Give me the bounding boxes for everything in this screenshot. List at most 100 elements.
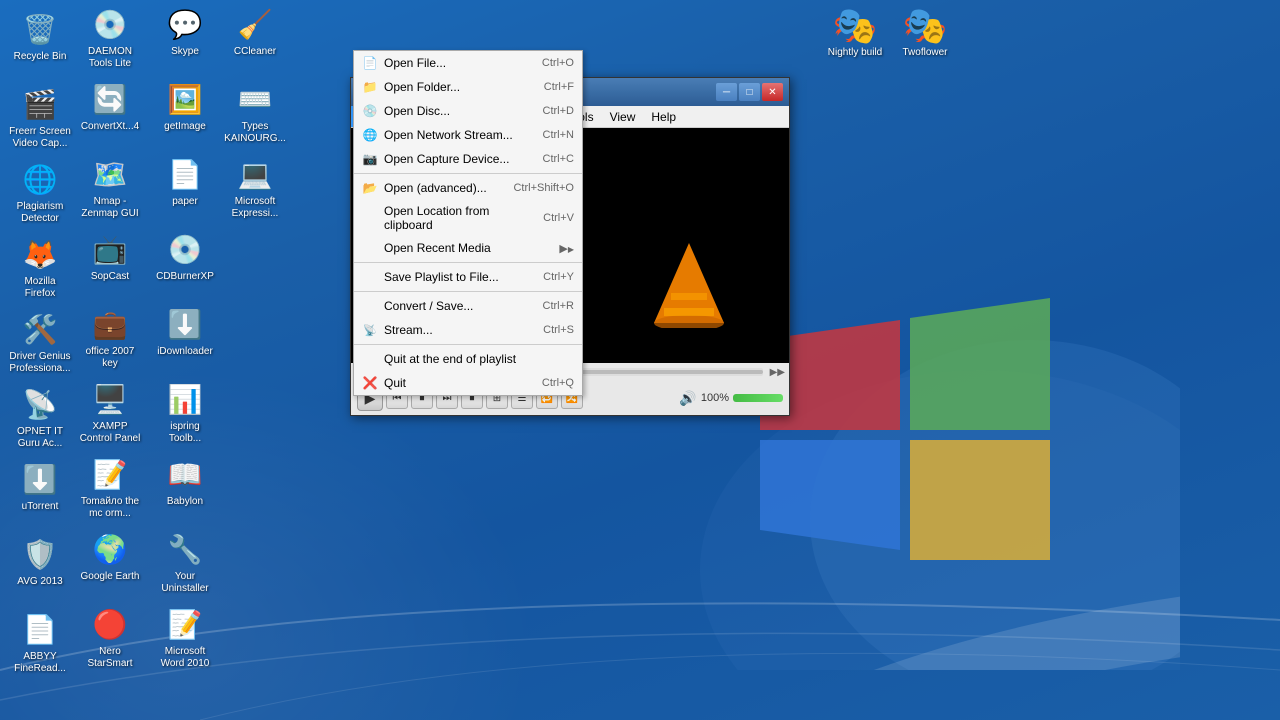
- open-recent-icon: [362, 240, 378, 256]
- dropdown-open-recent[interactable]: Open Recent Media ▶: [354, 236, 582, 260]
- desktop-icon-cdburnxp[interactable]: 💿 CDBurnerXP: [150, 225, 220, 300]
- desktop-icons-col2: 💿 DAEMON Tools Lite 🔄 ConvertXt...4 🗺️ N…: [75, 0, 150, 720]
- dropdown-sep2: [354, 262, 582, 263]
- desktop-icon-uninstaller[interactable]: 🔧 Your Uninstaller: [150, 525, 220, 600]
- desktop-icon-nmap[interactable]: 🗺️ Nmap - Zenmap GUI: [75, 150, 145, 225]
- stream-shortcut: Ctrl+S: [543, 324, 574, 336]
- stream-label: Stream...: [384, 323, 537, 337]
- open-network-label: Open Network Stream...: [384, 128, 537, 142]
- vlc-minimize-button[interactable]: ─: [716, 83, 737, 101]
- quit-label: Quit: [384, 376, 536, 390]
- desktop-icon-avg[interactable]: 🛡️ AVG 2013: [5, 530, 75, 605]
- open-capture-shortcut: Ctrl+C: [543, 153, 574, 165]
- desktop-icon-office[interactable]: 💼 office 2007 key: [75, 300, 145, 375]
- desktop-icon-utorrent[interactable]: ⬇️ uTorrent: [5, 455, 75, 530]
- open-advanced-label: Open (advanced)...: [384, 181, 507, 195]
- open-network-icon: 🌐: [362, 127, 378, 143]
- desktop-icon-recycle-bin[interactable]: 🗑️ Recycle Bin: [5, 5, 75, 80]
- quit-shortcut: Ctrl+Q: [542, 377, 574, 389]
- desktop-icon-sopcast[interactable]: 📺 SopCast: [75, 225, 145, 300]
- vlc-volume-icon: 🔊: [679, 390, 696, 407]
- desktop-icon-xampp[interactable]: 🖥️ XAMPP Control Panel: [75, 375, 145, 450]
- dropdown-sep4: [354, 344, 582, 345]
- quit-end-label: Quit at the end of playlist: [384, 352, 568, 366]
- desktop-icon-idownloader[interactable]: ⬇️ iDownloader: [150, 300, 220, 375]
- dropdown-sep3: [354, 291, 582, 292]
- desktop-icon-ispring[interactable]: 📊 ispring Toolb...: [150, 375, 220, 450]
- desktop-icon-convertxt[interactable]: 🔄 ConvertXt...4: [75, 75, 145, 150]
- dropdown-open-disc[interactable]: 💿 Open Disc... Ctrl+D: [354, 99, 582, 123]
- save-playlist-shortcut: Ctrl+Y: [543, 271, 574, 283]
- dropdown-open-location[interactable]: Open Location from clipboard Ctrl+V: [354, 200, 582, 236]
- open-folder-label: Open Folder...: [384, 80, 538, 94]
- desktop-icon-daemon[interactable]: 💿 DAEMON Tools Lite: [75, 0, 145, 75]
- taskbar-icon-nightly[interactable]: 🎭 Nightly build: [825, 5, 885, 58]
- desktop-icon-plagiarism[interactable]: 🌐 Plagiarism Detector: [5, 155, 75, 230]
- desktop-icon-paper[interactable]: 📄 paper: [150, 150, 220, 225]
- desktop-icon-freer-screen[interactable]: 🎬 Freerr Screen Video Cap...: [5, 80, 75, 155]
- vlc-maximize-button[interactable]: □: [739, 83, 760, 101]
- desktop-icon-tomato[interactable]: 📝 Tomайло the mc orm...: [75, 450, 145, 525]
- taskbar-icon-twoflower[interactable]: 🎭 Twoflower: [895, 5, 955, 58]
- vlc-volume-bar[interactable]: [733, 394, 783, 402]
- dropdown-quit[interactable]: ❌ Quit Ctrl+Q: [354, 371, 582, 395]
- desktop-icon-opnet[interactable]: 📡 OPNET IT Guru Ac...: [5, 380, 75, 455]
- vlc-volume-fill: [733, 394, 783, 402]
- open-file-shortcut: Ctrl+O: [542, 57, 574, 69]
- dropdown-sep1: [354, 173, 582, 174]
- dropdown-save-playlist[interactable]: Save Playlist to File... Ctrl+Y: [354, 265, 582, 289]
- dropdown-open-capture[interactable]: 📷 Open Capture Device... Ctrl+C: [354, 147, 582, 171]
- open-disc-shortcut: Ctrl+D: [543, 105, 574, 117]
- desktop-icon-firefox[interactable]: 🦊 Mozilla Firefox: [5, 230, 75, 305]
- open-capture-icon: 📷: [362, 151, 378, 167]
- vlc-window-controls: ─ □ ✕: [716, 83, 783, 101]
- quit-end-icon: [362, 351, 378, 367]
- dropdown-open-folder[interactable]: 📁 Open Folder... Ctrl+F: [354, 75, 582, 99]
- desktop-icon-google-earth[interactable]: 🌍 Google Earth: [75, 525, 145, 600]
- open-file-icon: 📄: [362, 55, 378, 71]
- top-taskbar-icons: 🎭 Nightly build 🎭 Twoflower: [820, 0, 960, 63]
- open-location-label: Open Location from clipboard: [384, 204, 537, 232]
- dropdown-open-file[interactable]: 📄 Open File... Ctrl+O: [354, 51, 582, 75]
- dropdown-convert[interactable]: Convert / Save... Ctrl+R: [354, 294, 582, 318]
- open-folder-shortcut: Ctrl+F: [544, 81, 574, 93]
- desktop-icon-driver-genius[interactable]: 🛠️ Driver Genius Professiona...: [5, 305, 75, 380]
- vlc-close-button[interactable]: ✕: [762, 83, 783, 101]
- desktop: 🗑️ Recycle Bin 🎬 Freerr Screen Video Cap…: [0, 0, 1280, 720]
- save-playlist-label: Save Playlist to File...: [384, 270, 537, 284]
- save-playlist-icon: [362, 269, 378, 285]
- open-recent-label: Open Recent Media: [384, 241, 553, 255]
- desktop-icon-nero[interactable]: 🔴 Nero StarSmart: [75, 600, 145, 675]
- vlc-media-dropdown: 📄 Open File... Ctrl+O 📁 Open Folder... C…: [353, 50, 583, 396]
- desktop-icon-babylon[interactable]: 📖 Babylon: [150, 450, 220, 525]
- vlc-cone-icon: [649, 238, 729, 318]
- open-file-label: Open File...: [384, 56, 536, 70]
- vlc-volume-area: 🔊 100%: [679, 390, 783, 407]
- open-recent-arrow: ▶: [559, 242, 574, 255]
- desktop-icon-types-kain[interactable]: ⌨️ Types KAINOURG...: [220, 75, 290, 150]
- dropdown-quit-end[interactable]: Quit at the end of playlist: [354, 347, 582, 371]
- open-disc-icon: 💿: [362, 103, 378, 119]
- desktop-icon-getimage[interactable]: 🖼️ getImage: [150, 75, 220, 150]
- vlc-menu-view[interactable]: View: [602, 106, 644, 127]
- quit-icon: ❌: [362, 375, 378, 391]
- open-disc-label: Open Disc...: [384, 104, 537, 118]
- vlc-menu-help[interactable]: Help: [643, 106, 684, 127]
- vlc-time-right: ▶▶: [770, 367, 785, 378]
- dropdown-open-advanced[interactable]: 📂 Open (advanced)... Ctrl+Shift+O: [354, 176, 582, 200]
- vlc-volume-label: 100%: [701, 392, 729, 404]
- open-folder-icon: 📁: [362, 79, 378, 95]
- open-advanced-shortcut: Ctrl+Shift+O: [513, 182, 574, 194]
- open-advanced-icon: 📂: [362, 180, 378, 196]
- desktop-icon-abbyy[interactable]: 📄 ABBYY FineRead...: [5, 605, 75, 680]
- convert-label: Convert / Save...: [384, 299, 537, 313]
- desktop-icon-ms-express[interactable]: 💻 Microsoft Expressi...: [220, 150, 290, 225]
- desktop-icons-col3: 💬 Skype 🖼️ getImage 📄 paper 💿 CDBurnerXP…: [150, 0, 225, 720]
- open-network-shortcut: Ctrl+N: [543, 129, 574, 141]
- desktop-icon-msword[interactable]: 📝 Microsoft Word 2010: [150, 600, 220, 675]
- desktop-icon-skype[interactable]: 💬 Skype: [150, 0, 220, 75]
- dropdown-open-network[interactable]: 🌐 Open Network Stream... Ctrl+N: [354, 123, 582, 147]
- dropdown-stream[interactable]: 📡 Stream... Ctrl+S: [354, 318, 582, 342]
- open-capture-label: Open Capture Device...: [384, 152, 537, 166]
- desktop-icon-ccleaner[interactable]: 🧹 CCleaner: [220, 0, 290, 75]
